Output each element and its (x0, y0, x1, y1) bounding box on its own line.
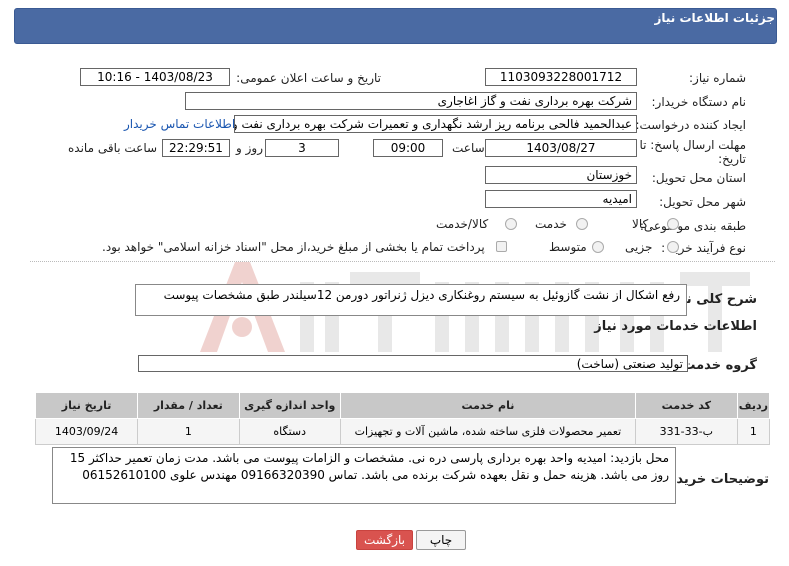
category-label: طبقه بندی موضوعی: (639, 219, 746, 233)
buyer-notes-field: محل بازدید: امیدیه واحد بهره برداری پارس… (52, 447, 676, 504)
remaining-time-field: 22:29:51 (162, 139, 230, 157)
category-service-label: خدمت (535, 217, 567, 231)
buyer-contact-link[interactable]: اطلاعات تماس خریدار (124, 117, 235, 131)
cell-unit: دستگاه (238, 418, 341, 445)
treasury-payment-note: پرداخت تمام یا بخشی از مبلغ خرید،از محل … (102, 240, 485, 254)
col-header-service-name: نام خدمت (339, 392, 636, 419)
requester-field: عبدالحمید فالحی برنامه ریز ارشد نگهداری … (234, 115, 637, 133)
process-medium-radio[interactable] (592, 241, 604, 253)
cell-service-name: تعمیر محصولات فلزی ساخته شده، ماشین آلات… (339, 418, 636, 445)
deadline-date-field: 1403/08/27 (485, 139, 637, 157)
announce-datetime-field: 1403/08/23 - 10:16 (80, 68, 230, 86)
service-group-label: گروه خدمت: (677, 358, 757, 373)
requester-label: ایجاد کننده درخواست: (635, 118, 746, 132)
days-label: روز و (236, 141, 263, 155)
need-number-field: 1103093228001712 (485, 68, 637, 86)
service-group-field: تولید صنعتی (ساخت) (138, 355, 688, 372)
deadline-label-2: تاریخ: (718, 152, 746, 166)
print-button[interactable]: چاپ (416, 530, 466, 550)
divider (30, 261, 775, 262)
col-header-row-num: ردیف (736, 392, 771, 419)
days-remaining-field: 3 (265, 139, 339, 157)
process-minor-label: جزیی (625, 240, 653, 254)
process-minor-radio[interactable] (667, 241, 679, 253)
deadline-time-label: ساعت (452, 141, 485, 155)
services-section-title: اطلاعات خدمات مورد نیاز (594, 319, 757, 334)
category-goods-label: کالا (632, 217, 649, 231)
back-button[interactable]: بازگشت (356, 530, 413, 550)
table-header-row: ردیف کد خدمت نام خدمت واحد اندازه گیری ت… (34, 392, 771, 419)
announce-datetime-label: تاریخ و ساعت اعلان عمومی: (236, 71, 381, 85)
cell-service-code: ب-33-331 (634, 418, 738, 445)
category-goods-service-label: کالا/خدمت (436, 217, 489, 231)
col-header-unit: واحد اندازه گیری (238, 392, 341, 419)
buyer-org-label: نام دستگاه خریدار: (651, 95, 747, 109)
buyer-org-field: شرکت بهره برداری نفت و گاز اغاجاری (185, 92, 637, 110)
deadline-time-field: 09:00 (373, 139, 443, 157)
treasury-payment-checkbox[interactable] (496, 241, 507, 252)
services-table: ردیف کد خدمت نام خدمت واحد اندازه گیری ت… (34, 392, 771, 445)
cell-quantity: 1 (137, 418, 240, 445)
need-number-label: شماره نیاز: (689, 71, 746, 85)
table-row: 1 ب-33-331 تعمیر محصولات فلزی ساخته شده،… (34, 418, 771, 445)
city-field: امیدیه (485, 190, 637, 208)
city-label: شهر محل تحویل: (659, 195, 746, 209)
cell-need-date: 1403/09/24 (34, 418, 139, 445)
col-header-quantity: تعداد / مقدار (137, 392, 240, 419)
province-label: استان محل تحویل: (651, 171, 746, 185)
deadline-label: مهلت ارسال پاسخ: تا (639, 138, 746, 152)
col-header-service-code: کد خدمت (634, 392, 738, 419)
category-goods-radio[interactable] (667, 218, 679, 230)
remaining-time-label: ساعت باقی مانده (68, 141, 158, 155)
summary-field: رفع اشکال از نشت گازوئیل به سیستم روغنکا… (135, 284, 687, 316)
province-field: خوزستان (485, 166, 637, 184)
cell-row-num: 1 (736, 418, 771, 445)
category-service-radio[interactable] (576, 218, 588, 230)
col-header-need-date: تاریخ نیاز (34, 392, 139, 419)
category-goods-service-radio[interactable] (505, 218, 517, 230)
page-title: جزئیات اطلاعات نیاز (654, 11, 775, 25)
process-medium-label: متوسط (549, 240, 587, 254)
